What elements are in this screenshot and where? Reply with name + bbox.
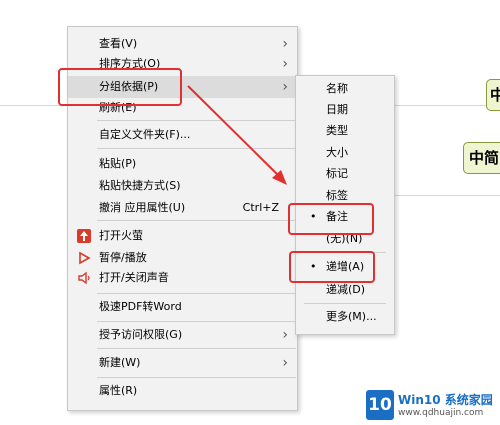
annotation-arrow: [187, 85, 287, 185]
watermark-logo: 10: [366, 390, 394, 420]
watermark-title: Win10 系统家园: [398, 393, 493, 407]
watermark: 10 Win10 系统家园 www.qdhuajin.com: [366, 388, 500, 425]
watermark-url: www.qdhuajin.com: [398, 408, 484, 418]
